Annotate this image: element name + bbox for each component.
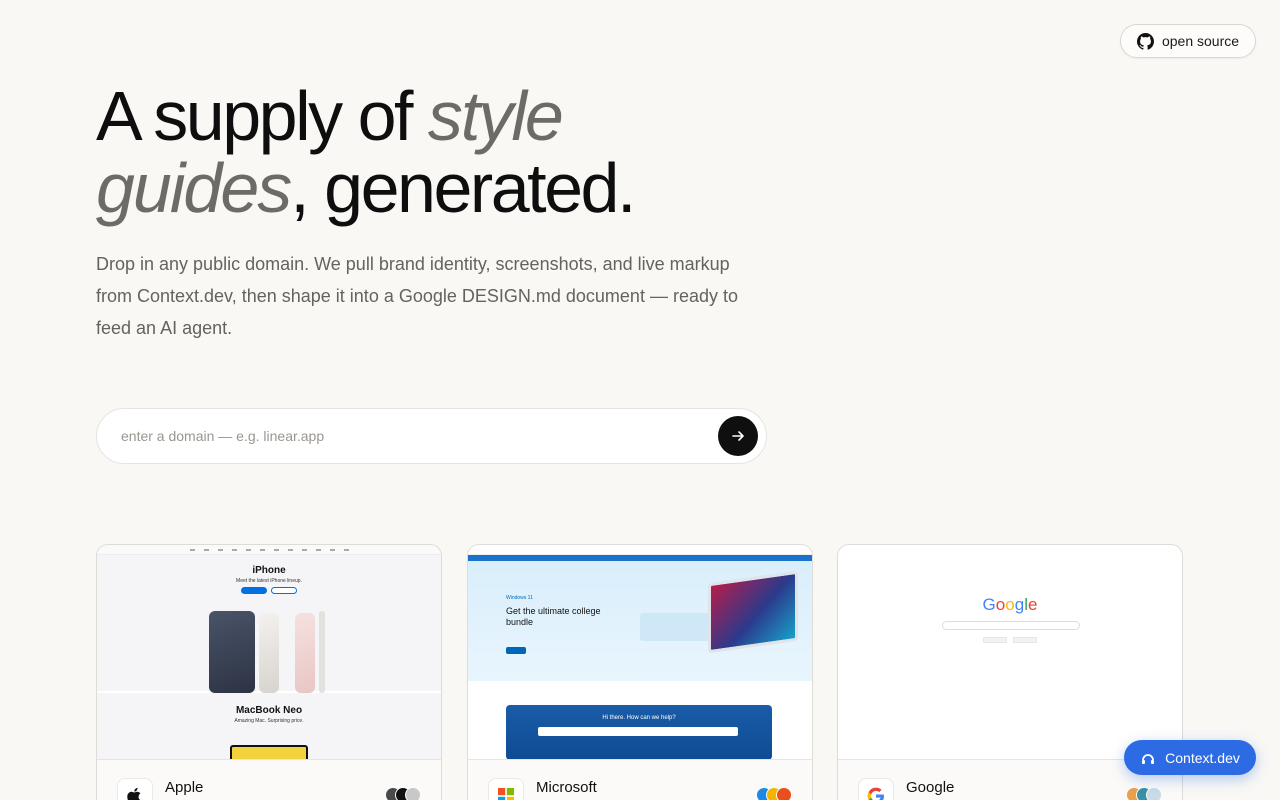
card-name: Google bbox=[906, 779, 955, 796]
ms-nav bbox=[468, 545, 812, 555]
title-part-1: A supply of bbox=[96, 77, 428, 155]
apple-mac-section: MacBook Neo Amazing Mac. Surprising pric… bbox=[97, 693, 441, 759]
macbook-image bbox=[230, 745, 308, 759]
card-microsoft[interactable]: Windows 11 Get the ultimate college bund… bbox=[467, 544, 813, 800]
color-swatches bbox=[385, 787, 421, 800]
apple-hero-buttons bbox=[97, 587, 441, 594]
google-wordmark: Google bbox=[982, 595, 1038, 614]
apple-screenshot: iPhone Meet the latest iPhone lineup. Ma… bbox=[97, 545, 441, 760]
color-swatches bbox=[1126, 787, 1162, 800]
ms-hero-headline: Get the ultimate college bundle bbox=[506, 606, 601, 627]
swatch bbox=[405, 787, 421, 800]
color-swatches bbox=[756, 787, 792, 800]
swatch bbox=[1146, 787, 1162, 800]
context-dev-badge[interactable]: Context.dev bbox=[1124, 740, 1256, 775]
title-part-2: , generated. bbox=[290, 149, 636, 227]
page-title: A supply of style guides, generated. bbox=[96, 80, 816, 224]
context-logo-icon bbox=[1142, 753, 1155, 764]
ms-help-panel: Hi there. How can we help? bbox=[506, 705, 772, 759]
card-name: Microsoft bbox=[536, 779, 597, 796]
page: open source A supply of style guides, gen… bbox=[0, 0, 1280, 800]
apple-mac-sub: Amazing Mac. Surprising price. bbox=[234, 718, 304, 724]
google-screenshot: Google bbox=[838, 545, 1182, 760]
context-dev-label: Context.dev bbox=[1165, 749, 1240, 766]
ms-hero-cta bbox=[506, 647, 526, 654]
phone-image bbox=[209, 611, 255, 693]
hero-description: Drop in any public domain. We pull brand… bbox=[96, 254, 738, 338]
apple-hero-title: iPhone bbox=[252, 565, 286, 576]
title-italic-2: guides bbox=[96, 149, 292, 227]
submit-button[interactable] bbox=[718, 416, 758, 456]
phone-image bbox=[259, 613, 279, 693]
domain-search bbox=[96, 408, 767, 464]
card-apple[interactable]: iPhone Meet the latest iPhone lineup. Ma… bbox=[96, 544, 442, 800]
apple-logo-icon bbox=[117, 778, 153, 800]
github-icon bbox=[1136, 32, 1154, 50]
google-buttons bbox=[838, 637, 1182, 643]
ms-icons bbox=[640, 613, 716, 641]
phone-image bbox=[319, 611, 325, 693]
apple-nav bbox=[97, 545, 441, 555]
ms-help-search bbox=[538, 727, 738, 736]
card-name: Apple bbox=[165, 779, 204, 796]
ms-hero-tag: Windows 11 bbox=[506, 595, 533, 601]
card-footer: Microsoft bbox=[468, 760, 812, 800]
google-logo-icon bbox=[858, 778, 894, 800]
google-search-bar bbox=[942, 621, 1080, 630]
apple-hero: iPhone Meet the latest iPhone lineup. bbox=[97, 555, 441, 693]
microsoft-logo-icon bbox=[488, 778, 524, 800]
open-source-label: open source bbox=[1161, 33, 1240, 49]
phone-image bbox=[295, 613, 315, 693]
open-source-button[interactable]: open source bbox=[1120, 24, 1256, 58]
card-footer: Apple bbox=[97, 760, 441, 800]
apple-mac-title: MacBook Neo bbox=[235, 705, 303, 716]
arrow-right-icon bbox=[732, 431, 744, 441]
title-italic-1: style bbox=[427, 77, 564, 155]
swatch bbox=[776, 787, 792, 800]
domain-input[interactable] bbox=[121, 428, 701, 444]
laptop-image bbox=[708, 570, 798, 654]
microsoft-screenshot: Windows 11 Get the ultimate college bund… bbox=[468, 545, 812, 760]
ms-hero: Windows 11 Get the ultimate college bund… bbox=[468, 561, 812, 681]
ms-help-title: Hi there. How can we help? bbox=[602, 715, 676, 721]
apple-hero-sub: Meet the latest iPhone lineup. bbox=[236, 578, 302, 584]
